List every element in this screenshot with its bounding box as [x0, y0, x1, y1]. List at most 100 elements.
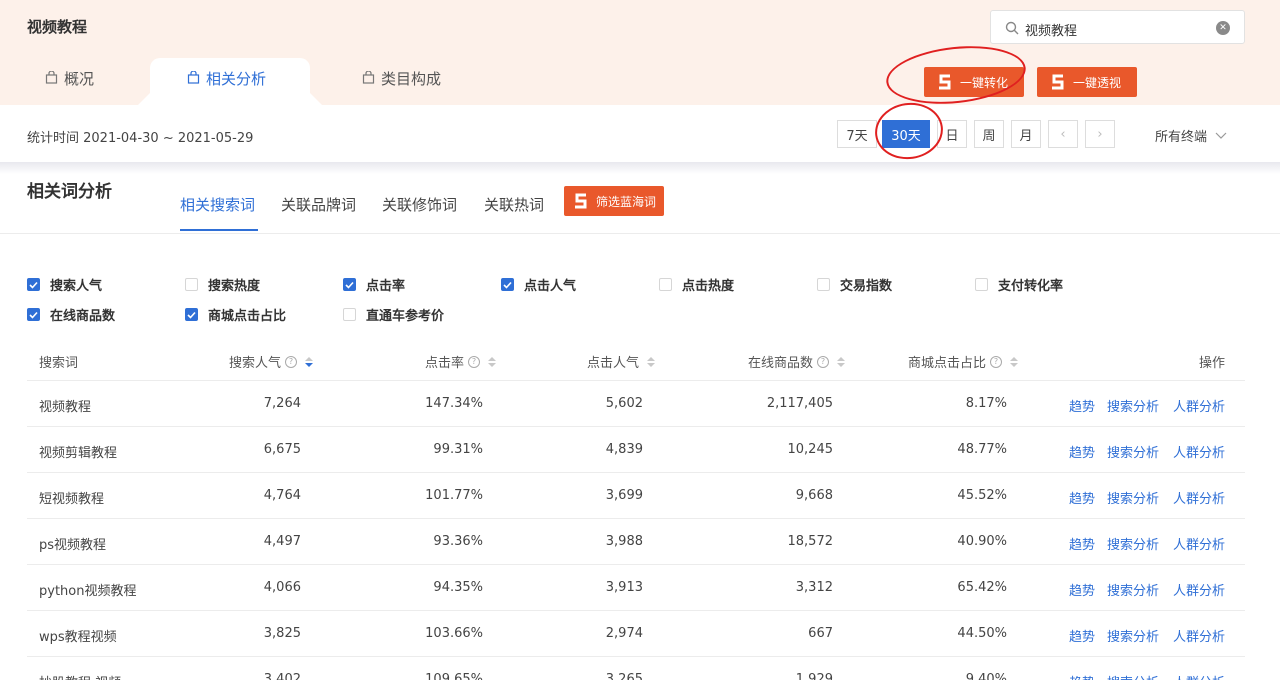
filter-blue-ocean-button[interactable]: 筛选蓝海词 — [564, 186, 664, 216]
search-analysis-link[interactable]: 搜索分析 — [1107, 396, 1159, 415]
col-click-popularity[interactable]: 点击人气 — [587, 352, 656, 371]
table-row: wps教程视频 3,825 103.66% 2,974 667 44.50% 趋势 搜索分析人… — [27, 611, 1245, 657]
checkbox-checked-icon[interactable] — [27, 308, 40, 321]
col-actions: 操作 — [1199, 352, 1225, 371]
metric-label: 直通车参考价 — [366, 309, 445, 324]
checkbox-checked-icon[interactable] — [343, 278, 356, 291]
crowd-analysis-link[interactable]: 人群分析 — [1173, 488, 1225, 507]
search-input[interactable]: 视频教程 ✕ — [990, 10, 1245, 44]
trend-link[interactable]: 趋势 — [1069, 626, 1095, 645]
crowd-analysis-link[interactable]: 人群分析 — [1173, 396, 1225, 415]
sort-icon[interactable] — [305, 356, 314, 367]
trend-link[interactable]: 趋势 — [1069, 534, 1095, 553]
help-icon[interactable]: ? — [990, 355, 1003, 368]
period-month[interactable]: 月 — [1011, 120, 1041, 148]
sort-icon[interactable] — [837, 356, 846, 367]
prev-period-button[interactable]: ‹ — [1048, 120, 1078, 148]
metric-checkbox[interactable]: 直通车参考价 — [343, 305, 444, 324]
checkbox-checked-icon[interactable] — [501, 278, 514, 291]
terminal-select[interactable]: 所有终端 — [1155, 126, 1227, 145]
table-body: 视频教程 7,264 147.34% 5,602 2,117,405 8.17% 趋势 搜索分… — [27, 381, 1245, 680]
cell-value: 109.65% — [425, 672, 483, 680]
trend-link[interactable]: 趋势 — [1069, 672, 1095, 680]
trend-link[interactable]: 趋势 — [1069, 396, 1095, 415]
cell-value: 4,764 — [263, 488, 301, 503]
crowd-analysis-link[interactable]: 人群分析 — [1173, 672, 1225, 680]
metric-label: 支付转化率 — [998, 279, 1064, 294]
one-click-insight-label: 一键透视 — [1073, 75, 1122, 90]
checkbox-unchecked-icon[interactable] — [659, 278, 672, 291]
metric-checkbox[interactable]: 交易指数 — [817, 275, 892, 294]
metric-label: 点击人气 — [524, 279, 577, 294]
clear-icon[interactable]: ✕ — [1216, 21, 1230, 35]
metric-label: 交易指数 — [840, 279, 893, 294]
cell-value: 99.31% — [433, 442, 483, 457]
search-analysis-link[interactable]: 搜索分析 — [1107, 626, 1159, 645]
section-separator — [0, 162, 1280, 174]
tab-related-analysis[interactable]: 相关分析 — [187, 62, 266, 105]
cell-value: 93.36% — [433, 534, 483, 549]
subtab-brand[interactable]: 关联品牌词 — [281, 194, 356, 215]
search-analysis-link[interactable]: 搜索分析 — [1107, 534, 1159, 553]
col-mall-click-ratio[interactable]: 商城点击占比? — [908, 352, 1019, 371]
help-icon[interactable]: ? — [285, 355, 298, 368]
search-analysis-link[interactable]: 搜索分析 — [1107, 488, 1159, 507]
help-icon[interactable]: ? — [468, 355, 481, 368]
col-search-popularity[interactable]: 搜索人气? — [229, 352, 314, 371]
checkbox-checked-icon[interactable] — [185, 308, 198, 321]
period-7-days[interactable]: 7天 — [837, 120, 877, 148]
subtab-modifier[interactable]: 关联修饰词 — [382, 194, 457, 215]
next-period-button[interactable]: › — [1085, 120, 1115, 148]
period-label: 月 — [1019, 128, 1033, 144]
search-analysis-link[interactable]: 搜索分析 — [1107, 672, 1159, 680]
trend-link[interactable]: 趋势 — [1069, 488, 1095, 507]
trend-link[interactable]: 趋势 — [1069, 580, 1095, 599]
cell-value: 3,265 — [605, 672, 643, 680]
cell-value: 4,839 — [605, 442, 643, 457]
metric-checkbox[interactable]: 支付转化率 — [975, 275, 1063, 294]
col-ctr[interactable]: 点击率? — [425, 352, 497, 371]
tab-category[interactable]: 类目构成 — [362, 62, 441, 105]
crowd-analysis-link[interactable]: 人群分析 — [1173, 534, 1225, 553]
cell-value: 3,825 — [263, 626, 301, 641]
table-row: 视频剪辑教程 6,675 99.31% 4,839 10,245 48.77% 趋势 搜索分析… — [27, 427, 1245, 473]
metric-checkbox[interactable]: 点击热度 — [659, 275, 734, 294]
col-label: 点击率 — [425, 356, 465, 371]
subtab-hot[interactable]: 关联热词 — [484, 194, 544, 215]
table-row: ps视频教程 4,497 93.36% 3,988 18,572 40.90% 趋势 搜索分析… — [27, 519, 1245, 565]
checkbox-checked-icon[interactable] — [27, 278, 40, 291]
filter-blue-ocean-label: 筛选蓝海词 — [596, 194, 657, 209]
col-keyword: 搜索词 — [39, 352, 78, 371]
one-click-insight-button[interactable]: 一键透视 — [1037, 67, 1137, 97]
checkbox-unchecked-icon[interactable] — [975, 278, 988, 291]
cell-value: 147.34% — [425, 396, 483, 411]
metric-checkbox[interactable]: 点击率 — [343, 275, 405, 294]
sort-icon[interactable] — [1010, 356, 1019, 367]
period-week[interactable]: 周 — [974, 120, 1004, 148]
sort-icon[interactable] — [647, 356, 656, 367]
search-analysis-link[interactable]: 搜索分析 — [1107, 580, 1159, 599]
metric-checkbox[interactable]: 在线商品数 — [27, 305, 115, 324]
subtab-related-search[interactable]: 相关搜索词 — [180, 194, 255, 215]
col-label: 操作 — [1199, 356, 1226, 371]
sort-icon[interactable] — [488, 356, 497, 367]
crowd-analysis-link[interactable]: 人群分析 — [1173, 626, 1225, 645]
search-value: 视频教程 — [1025, 24, 1078, 39]
cell-keyword: python视频教程 — [39, 584, 137, 599]
cell-value: 65.42% — [957, 580, 1007, 595]
crowd-analysis-link[interactable]: 人群分析 — [1173, 580, 1225, 599]
metric-checkbox[interactable]: 点击人气 — [501, 275, 576, 294]
checkbox-unchecked-icon[interactable] — [817, 278, 830, 291]
col-online-products[interactable]: 在线商品数? — [748, 352, 846, 371]
checkbox-unchecked-icon[interactable] — [343, 308, 356, 321]
metric-checkbox[interactable]: 搜索人气 — [27, 275, 102, 294]
checkbox-unchecked-icon[interactable] — [185, 278, 198, 291]
metric-checkbox[interactable]: 搜索热度 — [185, 275, 260, 294]
metric-checkbox[interactable]: 商城点击占比 — [185, 305, 286, 324]
trend-link[interactable]: 趋势 — [1069, 442, 1095, 461]
crowd-analysis-link[interactable]: 人群分析 — [1173, 442, 1225, 461]
tab-overview[interactable]: 概况 — [45, 62, 94, 105]
search-analysis-link[interactable]: 搜索分析 — [1107, 442, 1159, 461]
cell-keyword: 视频剪辑教程 — [39, 446, 118, 461]
help-icon[interactable]: ? — [817, 355, 830, 368]
